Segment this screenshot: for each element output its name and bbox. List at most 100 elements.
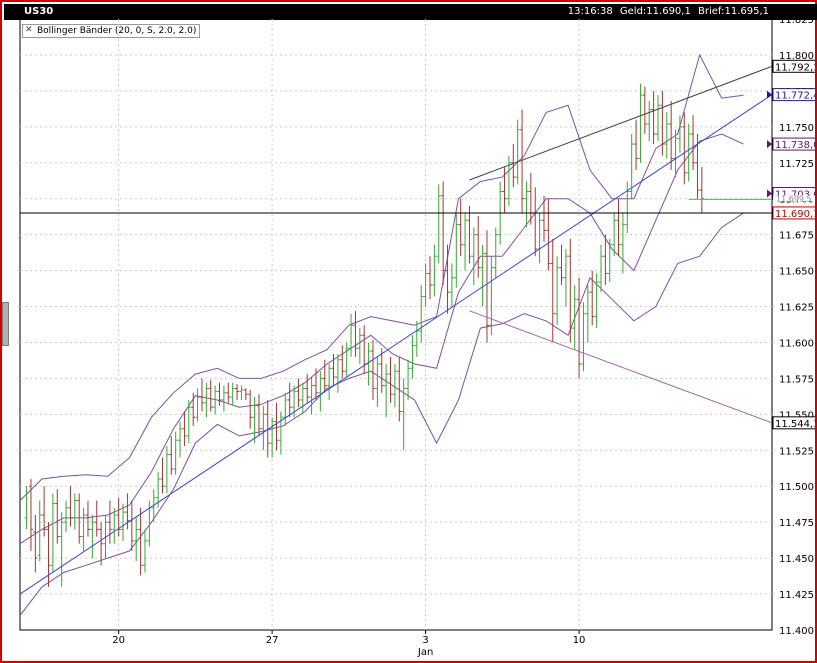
ohlc-bar — [476, 215, 481, 278]
ohlc-bar — [327, 364, 332, 400]
ohlc-bar — [296, 378, 301, 408]
lower-channel-line — [469, 310, 773, 424]
ohlc-bar — [515, 119, 520, 185]
ohlc-bar — [660, 90, 665, 156]
ohlc-bar — [217, 382, 222, 406]
ohlc-bar — [463, 213, 468, 271]
ohlc-bar — [655, 95, 660, 142]
y-tick-label: 11.500,0 — [779, 482, 815, 493]
bollinger-upper — [19, 53, 744, 501]
ohlc-bar — [454, 213, 459, 288]
price-tag: 11.738,0 — [767, 137, 815, 151]
ohlc-bar — [414, 320, 419, 357]
ohlc-bar — [261, 405, 266, 451]
ohlc-bar — [112, 507, 117, 544]
ohlc-bar — [651, 90, 656, 145]
ohlc-bar — [226, 382, 231, 403]
y-tick-label: 11.750,0 — [779, 123, 815, 134]
price-tag-label: 11.792,1 — [775, 62, 815, 73]
price-tag-label: 11.699,5 — [776, 194, 812, 203]
ohlc-bar — [344, 342, 349, 377]
ohlc-bar — [46, 522, 51, 587]
y-tick-label: 11.575,0 — [779, 374, 815, 385]
grid-lines — [19, 18, 773, 631]
ohlc-bar — [283, 392, 288, 426]
ohlc-bar — [577, 277, 582, 379]
ohlc-bar — [256, 394, 261, 436]
ohlc-bar — [410, 335, 415, 379]
ohlc-bar — [252, 397, 257, 444]
ohlc-bar — [138, 507, 143, 576]
ohlc-bar — [520, 109, 525, 214]
ohlc-bar — [77, 493, 82, 544]
ohlc-bar — [235, 384, 240, 400]
x-tick-label: 20 — [112, 635, 125, 646]
ohlc-bar — [480, 244, 485, 307]
price-tag-label: 11.738,0 — [775, 140, 815, 151]
ohlc-bar — [287, 382, 292, 418]
ohlc-bar — [33, 514, 38, 573]
ohlc-bar — [195, 388, 200, 422]
ohlc-bar — [178, 421, 183, 458]
ohlc-bar — [458, 198, 463, 257]
ohlc-bar — [524, 181, 529, 228]
y-tick-label: 11.425,0 — [779, 590, 815, 601]
ohlc-bar — [375, 356, 380, 408]
ohlc-bar — [68, 486, 73, 527]
blue-trend-line — [19, 94, 773, 595]
ohlc-bar — [594, 273, 599, 329]
ohlc-bar — [585, 284, 590, 343]
price-tag-label: 11.690,1 — [775, 209, 815, 220]
ohlc-bar — [445, 244, 450, 314]
ohlc-bar — [318, 371, 323, 412]
price-tag: 11.792,1 — [772, 59, 815, 73]
y-tick-label: 11.725,0 — [779, 159, 815, 170]
ohlc-bar — [616, 198, 621, 257]
ohlc-bar — [85, 500, 90, 537]
ohlc-bar — [686, 123, 691, 182]
price-tag-arrow — [767, 189, 772, 198]
ohlc-bar — [550, 238, 555, 343]
ohlc-bar — [94, 500, 99, 537]
ohlc-bar — [607, 238, 612, 283]
ohlc-bar — [384, 364, 389, 418]
y-tick-label: 11.450,0 — [779, 554, 815, 565]
ohlc-bar — [427, 256, 432, 300]
ohlc-bar — [533, 187, 538, 257]
ohlc-bar — [559, 244, 564, 285]
ohlc-bar — [353, 310, 358, 357]
ohlc-bar — [182, 411, 187, 446]
ohlc-bar — [603, 234, 608, 285]
ohlc-bar — [699, 167, 704, 214]
ohlc-bar — [230, 382, 235, 406]
ohlc-bar — [581, 302, 586, 372]
ohlc-bar — [50, 493, 55, 573]
ohlc-bar — [248, 389, 253, 429]
ohlc-bar — [300, 382, 305, 415]
y-tick-label: 11.675,0 — [779, 231, 815, 242]
ohlc-bar — [239, 385, 244, 400]
ohlc-bar — [134, 517, 139, 561]
ohlc-bar — [436, 184, 441, 264]
ohlc-bar — [204, 382, 209, 418]
ohlc-bar — [274, 402, 279, 451]
ohlc-bar — [563, 249, 568, 307]
ohlc-bar — [116, 497, 121, 537]
price-tag-label: 11.772,4 — [775, 91, 815, 102]
ohlc-bar — [493, 227, 498, 278]
ohlc-bar — [129, 500, 134, 551]
y-tick-label: 11.400,0 — [779, 626, 815, 637]
ohlc-bar — [186, 399, 191, 444]
candles — [24, 83, 704, 587]
ohlc-bar — [221, 385, 226, 412]
price-tag-arrow — [767, 140, 772, 149]
ohlc-bar — [270, 417, 275, 458]
ohlc-bar — [160, 457, 165, 494]
ohlc-bar — [164, 445, 169, 494]
ohlc-bar — [441, 181, 446, 285]
price-chart[interactable]: 11.825,011.800,011.775,011.750,011.725,0… — [2, 2, 815, 661]
y-tick-label: 11.625,0 — [779, 303, 815, 314]
price-tag-label: 11.544,1 — [775, 419, 815, 430]
x-axis: 20 27 3 10 Jan — [112, 630, 585, 658]
ohlc-bar — [638, 83, 643, 163]
